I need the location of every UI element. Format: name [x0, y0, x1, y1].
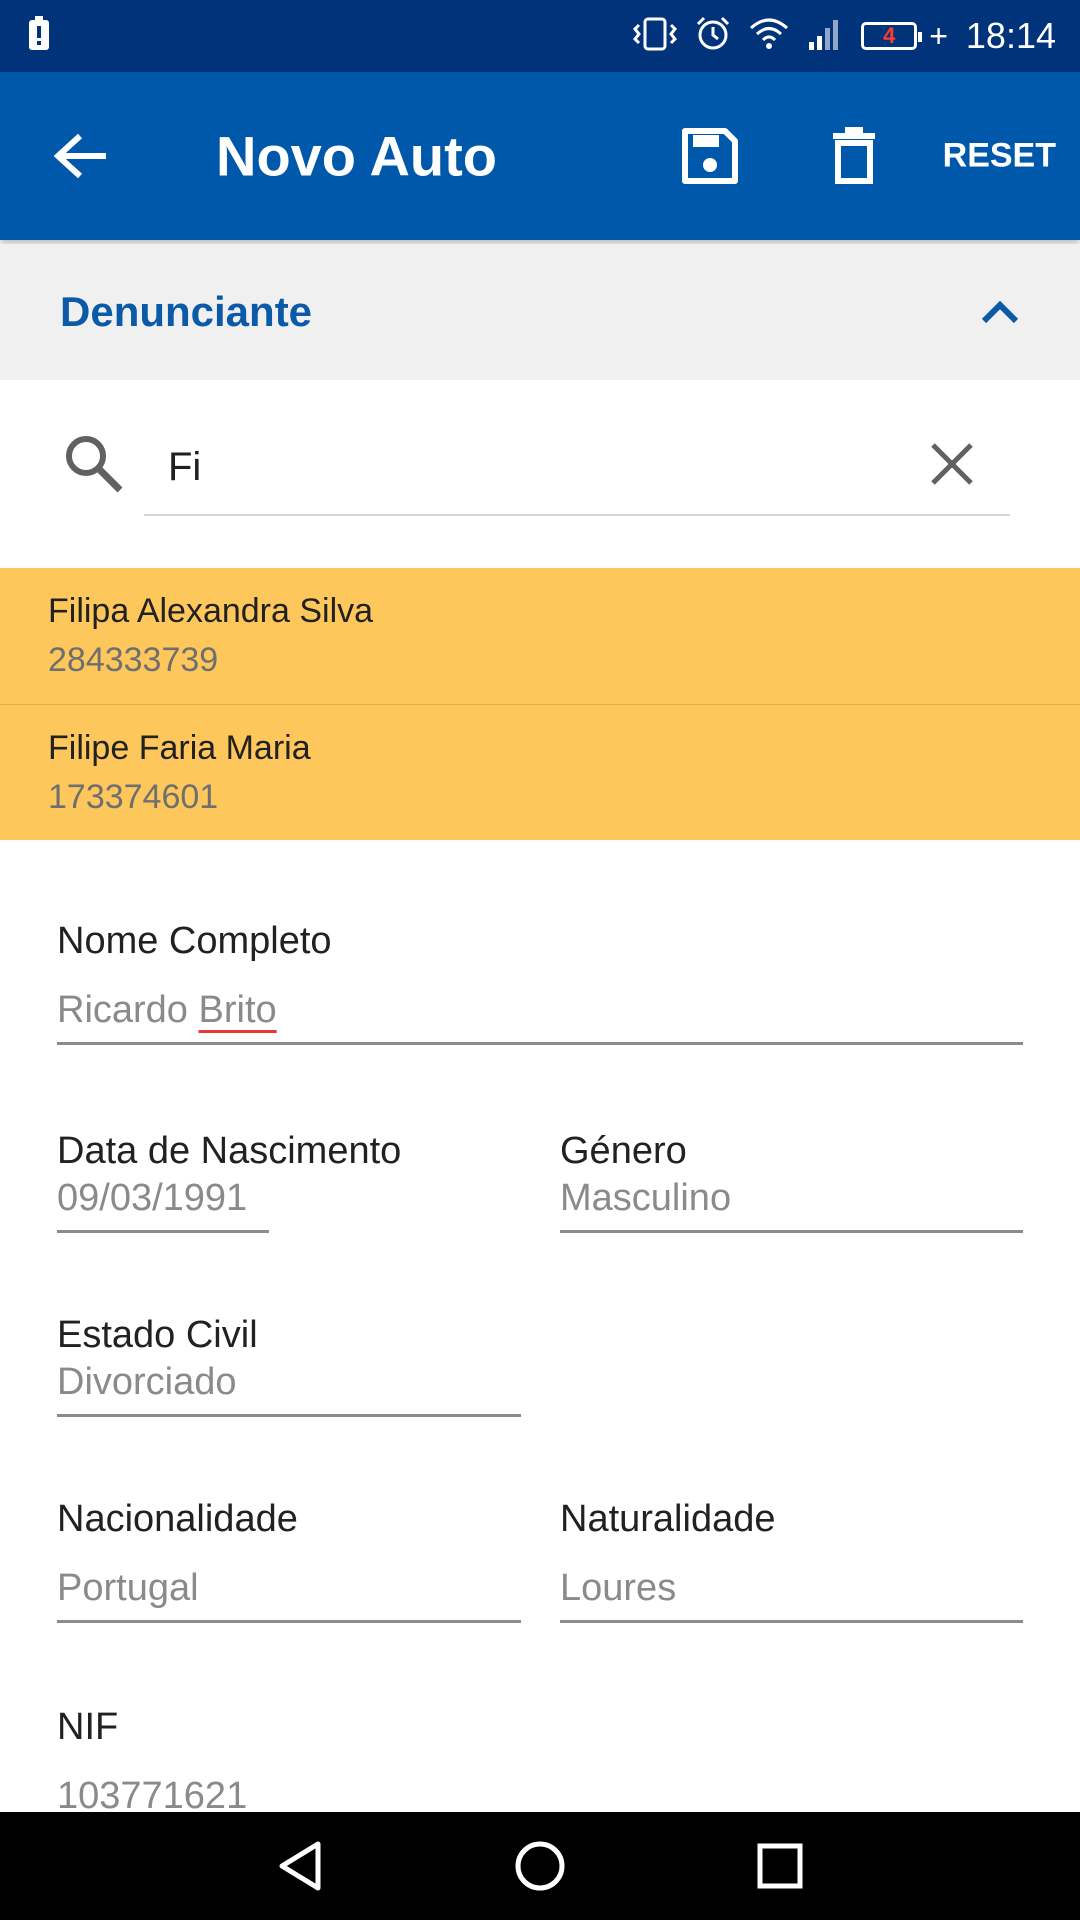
suggestion-id: 284333739 — [48, 641, 219, 679]
naturalidade-input[interactable]: Loures — [560, 1567, 1023, 1623]
status-right: 4 + 18:14 — [633, 15, 1056, 57]
estado-civil-select[interactable]: Divorciado — [57, 1361, 521, 1417]
field-label: Nacionalidade — [57, 1498, 298, 1540]
reset-button[interactable]: RESET — [943, 137, 1056, 176]
back-triangle-icon — [279, 1841, 321, 1891]
genero-select[interactable]: Masculino — [560, 1177, 1023, 1233]
field-label: Nome Completo — [57, 920, 332, 962]
battery-icon: 4 — [861, 22, 923, 50]
alarm-icon — [695, 16, 731, 57]
page-title: Novo Auto — [216, 124, 497, 188]
save-icon — [682, 128, 738, 184]
suggestion-id: 173374601 — [48, 777, 219, 816]
nav-back-button[interactable] — [270, 1836, 330, 1896]
nome-last: Brito — [198, 989, 277, 1031]
data-nascimento-input[interactable]: 09/03/1991 — [57, 1177, 269, 1233]
field-label: Naturalidade — [560, 1498, 776, 1540]
field-estado-civil: Estado Civil Divorciado — [57, 1314, 521, 1417]
save-button[interactable] — [676, 122, 744, 190]
field-label: NIF — [57, 1706, 119, 1748]
nacionalidade-input[interactable]: Portugal — [57, 1567, 521, 1623]
charging-plus-icon: + — [929, 17, 948, 54]
system-nav-bar — [0, 1812, 1080, 1920]
vibrate-icon — [633, 17, 678, 56]
field-label: Género — [560, 1130, 687, 1172]
chevron-up-icon — [981, 300, 1019, 324]
clear-search-button[interactable] — [920, 432, 984, 496]
field-data-nascimento: Data de Nascimento 09/03/1991 — [57, 1130, 402, 1233]
status-left — [28, 15, 50, 57]
status-bar: 4 + 18:14 — [0, 0, 1080, 72]
search-icon — [62, 432, 126, 496]
battery-level: 4 — [883, 23, 896, 48]
search-row — [0, 380, 1080, 568]
nome-first: Ricardo — [57, 989, 188, 1031]
status-time: 18:14 — [965, 15, 1056, 56]
field-naturalidade: Naturalidade Loures — [560, 1498, 1023, 1623]
list-item[interactable]: Filipe Faria Maria 173374601 — [0, 704, 1080, 840]
field-nacionalidade: Nacionalidade Portugal — [57, 1498, 521, 1623]
close-icon — [931, 443, 973, 485]
app-bar: Novo Auto RESET — [0, 72, 1080, 240]
delete-icon — [833, 127, 875, 184]
alert-icon — [28, 15, 50, 57]
section-title: Denunciante — [60, 288, 313, 335]
list-item[interactable]: Filipa Alexandra Silva 284333739 — [0, 568, 1080, 704]
delete-button[interactable] — [820, 122, 888, 190]
home-circle-icon — [515, 1841, 565, 1891]
section-header-denunciante[interactable]: Denunciante — [0, 244, 1080, 380]
nav-recents-button[interactable] — [750, 1836, 810, 1896]
back-button[interactable] — [48, 122, 116, 190]
nav-home-button[interactable] — [510, 1836, 570, 1896]
search-input[interactable] — [144, 420, 1010, 516]
suggestions-list: Filipa Alexandra Silva 284333739 Filipe … — [0, 568, 1080, 840]
field-label: Estado Civil — [57, 1314, 258, 1356]
nome-completo-input[interactable]: Ricardo Brito — [57, 989, 1023, 1045]
suggestion-name: Filipe Faria Maria — [48, 728, 311, 767]
recents-square-icon — [757, 1843, 803, 1889]
suggestion-name: Filipa Alexandra Silva — [48, 592, 374, 630]
wifi-icon — [749, 18, 789, 55]
field-genero: Género Masculino — [560, 1130, 1023, 1233]
field-nif: NIF 103771621 — [57, 1706, 1023, 1828]
field-label: Data de Nascimento — [57, 1130, 402, 1172]
back-arrow-icon — [54, 133, 106, 179]
collapse-button[interactable] — [968, 280, 1032, 344]
field-nome-completo: Nome Completo Ricardo Brito — [57, 920, 1023, 1045]
signal-icon — [807, 18, 843, 55]
